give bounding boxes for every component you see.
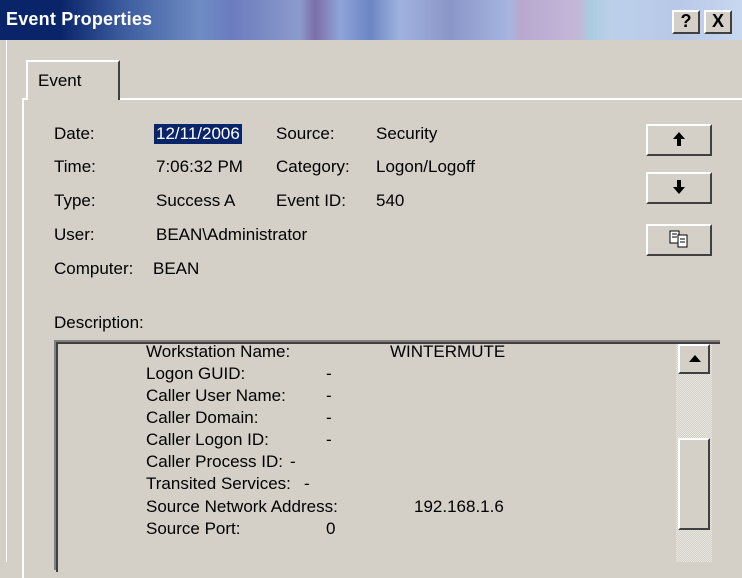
description-value: WINTERMUTE (390, 342, 506, 361)
description-value: 0 (326, 519, 336, 538)
description-key: Logon GUID: (146, 364, 246, 383)
time-value[interactable]: 7:06:32 PM (156, 157, 243, 177)
date-label: Date: (54, 124, 95, 143)
eventid-label: Event ID: (276, 191, 346, 210)
down-arrow-icon (673, 180, 685, 194)
source-label: Source: (276, 124, 335, 143)
close-button[interactable]: X (704, 10, 732, 34)
description-key: Caller Domain: (146, 408, 259, 427)
description-value: - (326, 408, 332, 427)
source-value[interactable]: Security (376, 124, 437, 144)
description-key: Caller Logon ID: (146, 430, 269, 449)
description-key: Source Network Address: (146, 497, 338, 516)
description-key: Workstation Name: (146, 342, 291, 361)
description-value: 192.168.1.6 (414, 497, 504, 516)
time-label: Time: (54, 157, 96, 176)
scroll-thumb[interactable] (678, 438, 710, 530)
next-event-button[interactable] (646, 172, 712, 204)
user-label: User: (54, 225, 95, 244)
help-button[interactable]: ? (672, 10, 700, 34)
description-label: Description: (54, 313, 144, 332)
description-value: - (290, 452, 296, 471)
scroll-up-arrow-icon (689, 355, 701, 362)
tab-event-label: Event (38, 71, 82, 90)
type-value[interactable]: Success A (156, 191, 235, 211)
eventid-value[interactable]: 540 (376, 191, 404, 211)
up-arrow-icon (673, 132, 685, 146)
description-key: Source Port: (146, 519, 241, 538)
description-value: - (326, 386, 332, 405)
previous-event-button[interactable] (646, 124, 712, 156)
title-bar[interactable]: Event Properties ? X (0, 0, 742, 40)
copy-icon (669, 230, 688, 248)
description-value: - (326, 364, 332, 383)
tab-event[interactable]: Event (26, 60, 120, 100)
description-value: - (326, 430, 332, 449)
date-value[interactable]: 12/11/2006 (154, 124, 242, 144)
window-border (0, 40, 7, 562)
description-value: - (304, 474, 310, 493)
window-title: Event Properties (6, 9, 153, 29)
scroll-up-button[interactable] (678, 344, 710, 374)
category-label: Category: (276, 157, 350, 176)
description-key: Caller User Name: (146, 386, 286, 405)
computer-label: Computer: (54, 259, 134, 278)
category-value[interactable]: Logon/Logoff (376, 157, 475, 177)
computer-value[interactable]: BEAN (153, 259, 199, 279)
description-key: Transited Services: (146, 474, 291, 493)
user-value[interactable]: BEAN\Administrator (156, 225, 307, 245)
copy-button[interactable] (646, 224, 712, 256)
description-key: Caller Process ID: (146, 452, 283, 471)
type-label: Type: (54, 191, 96, 210)
